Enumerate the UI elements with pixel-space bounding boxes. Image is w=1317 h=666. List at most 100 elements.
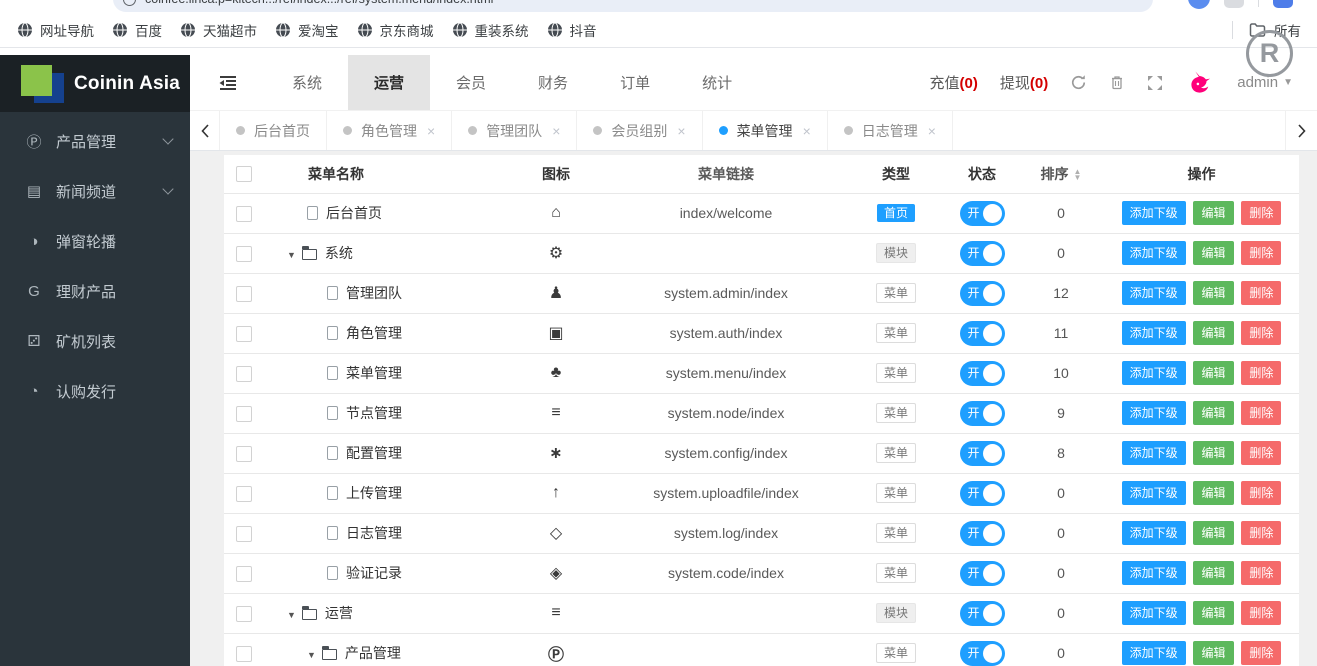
select-all-checkbox[interactable] (236, 166, 252, 183)
row-checkbox[interactable] (236, 525, 252, 542)
row-checkbox[interactable] (236, 405, 252, 422)
edit-button[interactable]: 编辑 (1193, 480, 1234, 506)
add-child-button[interactable]: 添加下级 (1121, 560, 1186, 586)
bookmark-item[interactable]: 重装系统 (443, 16, 538, 44)
tab[interactable]: 会员组别 × (577, 111, 703, 150)
tab[interactable]: 菜单管理 × (703, 111, 828, 150)
delete-button[interactable]: 删除 (1241, 640, 1282, 666)
status-toggle[interactable]: 开 (959, 360, 1005, 386)
sort-arrows-icon[interactable]: ▲ ▼ (1074, 168, 1082, 182)
status-toggle[interactable]: 开 (959, 480, 1005, 506)
delete-button[interactable]: 删除 (1241, 520, 1282, 546)
status-toggle[interactable]: 开 (959, 200, 1005, 226)
refresh-icon[interactable] (1070, 74, 1087, 91)
tabs-scroll-right-icon[interactable] (1285, 111, 1317, 150)
add-child-button[interactable]: 添加下级 (1121, 200, 1186, 226)
address-bar[interactable]: coinfee.linca.p=kltech.../ref/index.../r… (113, 0, 1153, 12)
delete-button[interactable]: 删除 (1241, 240, 1282, 266)
sidebar-item-popup[interactable]: ◑ 弹窗轮播 (0, 216, 190, 266)
delete-button[interactable]: 删除 (1241, 400, 1282, 426)
add-child-button[interactable]: 添加下级 (1121, 600, 1186, 626)
row-checkbox[interactable] (236, 565, 252, 582)
close-icon[interactable]: × (803, 123, 811, 139)
sidebar-item-product[interactable]: Ⓟ 产品管理 (0, 116, 190, 166)
nav-item-finance[interactable]: 财务 (512, 55, 594, 110)
sidebar-item-finance[interactable]: G 理财产品 (0, 266, 190, 316)
status-toggle[interactable]: 开 (959, 520, 1005, 546)
status-toggle[interactable]: 开 (959, 320, 1005, 346)
back-icon[interactable]: ← (10, 0, 26, 4)
delete-button[interactable]: 删除 (1241, 360, 1282, 386)
add-child-button[interactable]: 添加下级 (1121, 400, 1186, 426)
row-checkbox[interactable] (236, 645, 252, 662)
bookmark-item[interactable]: 天猫超市 (171, 16, 266, 44)
delete-button[interactable]: 删除 (1241, 600, 1282, 626)
withdraw-counter[interactable]: 提现(0) (1000, 72, 1048, 93)
edit-button[interactable]: 编辑 (1193, 240, 1234, 266)
status-toggle[interactable]: 开 (959, 240, 1005, 266)
add-child-button[interactable]: 添加下级 (1121, 480, 1186, 506)
forward-icon[interactable]: → (42, 0, 58, 4)
status-toggle[interactable]: 开 (959, 440, 1005, 466)
close-icon[interactable]: × (552, 123, 560, 139)
collapse-sidebar-icon[interactable] (190, 55, 266, 110)
close-icon[interactable]: × (677, 123, 685, 139)
sidebar-item-miners[interactable]: ⚂ 矿机列表 (0, 316, 190, 366)
collapse-arrow-icon[interactable]: ▼ (287, 250, 296, 260)
nav-item-stats[interactable]: 统计 (676, 55, 758, 110)
close-icon[interactable]: × (928, 123, 936, 139)
delete-button[interactable]: 删除 (1241, 200, 1282, 226)
add-child-button[interactable]: 添加下级 (1121, 640, 1186, 666)
trash-icon[interactable] (1109, 74, 1125, 91)
delete-button[interactable]: 删除 (1241, 320, 1282, 346)
profile-avatar[interactable] (1273, 0, 1293, 8)
delete-button[interactable]: 删除 (1241, 280, 1282, 306)
col-sort[interactable]: 排序 ▲ ▼ (1018, 155, 1104, 194)
tab[interactable]: 日志管理 × (828, 111, 953, 150)
sidebar-item-news[interactable]: ▤ 新闻频道 (0, 166, 190, 216)
add-child-button[interactable]: 添加下级 (1121, 240, 1186, 266)
unicorn-avatar-icon[interactable] (1185, 68, 1215, 98)
logo[interactable]: Coinin Asia (0, 55, 190, 112)
tab[interactable]: 后台首页 (220, 111, 327, 150)
row-checkbox[interactable] (236, 365, 252, 382)
add-child-button[interactable]: 添加下级 (1121, 360, 1186, 386)
status-toggle[interactable]: 开 (959, 640, 1005, 666)
add-child-button[interactable]: 添加下级 (1121, 280, 1186, 306)
edit-button[interactable]: 编辑 (1193, 360, 1234, 386)
add-child-button[interactable]: 添加下级 (1121, 440, 1186, 466)
edit-button[interactable]: 编辑 (1193, 560, 1234, 586)
edit-button[interactable]: 编辑 (1193, 520, 1234, 546)
edit-button[interactable]: 编辑 (1193, 640, 1234, 666)
row-checkbox[interactable] (236, 245, 252, 262)
close-icon[interactable]: × (427, 123, 435, 139)
edit-button[interactable]: 编辑 (1193, 280, 1234, 306)
bookmark-item[interactable]: 抖音 (538, 16, 606, 44)
add-child-button[interactable]: 添加下级 (1121, 320, 1186, 346)
row-checkbox[interactable] (236, 285, 252, 302)
nav-item-system[interactable]: 系统 (266, 55, 348, 110)
status-toggle[interactable]: 开 (959, 600, 1005, 626)
delete-button[interactable]: 删除 (1241, 480, 1282, 506)
edit-button[interactable]: 编辑 (1193, 200, 1234, 226)
row-checkbox[interactable] (236, 325, 252, 342)
sidebar-item-subscribe[interactable]: ◔ 认购发行 (0, 366, 190, 416)
row-checkbox[interactable] (236, 445, 252, 462)
tab[interactable]: 管理团队 × (452, 111, 578, 150)
side-panel-icon[interactable] (1224, 0, 1244, 8)
site-info-icon[interactable] (123, 0, 136, 6)
status-toggle[interactable]: 开 (959, 280, 1005, 306)
bookmark-item[interactable]: 爱淘宝 (266, 16, 348, 44)
edit-button[interactable]: 编辑 (1193, 320, 1234, 346)
reload-icon[interactable]: ↻ (72, 0, 85, 6)
edit-button[interactable]: 编辑 (1193, 440, 1234, 466)
add-child-button[interactable]: 添加下级 (1121, 520, 1186, 546)
nav-item-operation[interactable]: 运营 (348, 55, 431, 110)
status-toggle[interactable]: 开 (959, 560, 1005, 586)
recharge-counter[interactable]: 充值(0) (930, 72, 978, 93)
bookmark-item[interactable]: 百度 (103, 16, 171, 44)
fullscreen-icon[interactable] (1147, 75, 1163, 91)
status-toggle[interactable]: 开 (959, 400, 1005, 426)
row-checkbox[interactable] (236, 205, 252, 222)
bookmark-item[interactable]: 网址导航 (8, 16, 103, 44)
